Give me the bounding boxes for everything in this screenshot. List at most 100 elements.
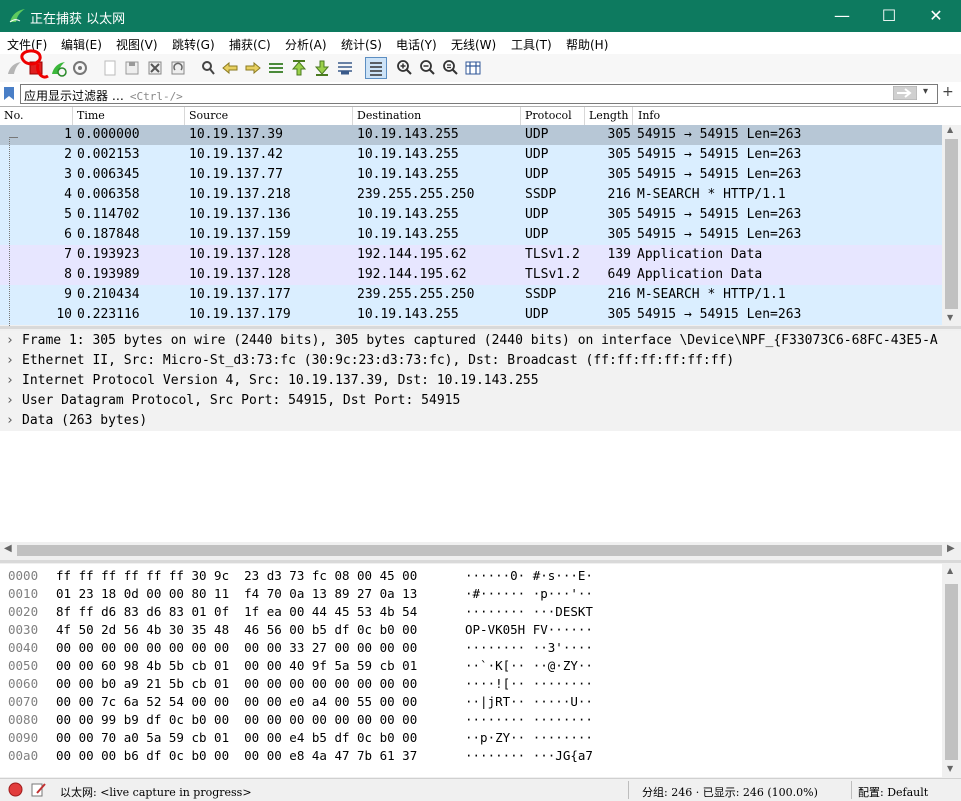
bytes-scroll-down-icon[interactable]: ▼ bbox=[947, 764, 953, 773]
menu-view[interactable]: 视图(V) bbox=[116, 36, 158, 53]
packet-list-scrollbar[interactable]: ▲ ▼ bbox=[942, 125, 961, 325]
packet-row[interactable]: 10 0.223116 10.19.137.179 10.19.143.255 UDP 3… bbox=[0, 305, 942, 325]
packet-cell-dst: 192.144.195.62 bbox=[357, 267, 467, 282]
column-destination[interactable]: Destination bbox=[357, 109, 421, 122]
zoom-normal-icon[interactable] bbox=[441, 59, 459, 77]
add-filter-button-icon[interactable]: + bbox=[942, 84, 954, 100]
details-horizontal-scrollbar[interactable]: ◀ ▶ bbox=[0, 542, 961, 559]
apply-filter-icon[interactable] bbox=[893, 86, 917, 100]
packet-list-header: No. Time Source Destination Protocol Len… bbox=[0, 107, 961, 126]
reload-file-icon[interactable] bbox=[169, 59, 187, 77]
hex-off: 0060 bbox=[8, 676, 39, 691]
menu-analyze[interactable]: 分析(A) bbox=[285, 36, 327, 53]
detail-tree-item[interactable]: › Ethernet II, Src: Micro-St_d3:73:fc (30… bbox=[0, 351, 961, 371]
packet-row[interactable]: 5 0.114702 10.19.137.136 10.19.143.255 UDP 30… bbox=[0, 205, 942, 225]
scroll-down-icon[interactable]: ▼ bbox=[947, 313, 953, 322]
packet-cell-len: 305 bbox=[607, 307, 631, 322]
menu-go[interactable]: 跳转(G) bbox=[172, 36, 215, 53]
packet-row[interactable]: 2 0.002153 10.19.137.42 10.19.143.255 UDP 305… bbox=[0, 145, 942, 165]
detail-tree-item[interactable]: › Data (263 bytes) bbox=[0, 411, 961, 431]
packet-cell-no: 10 bbox=[56, 307, 72, 322]
capture-running-icon[interactable] bbox=[8, 782, 23, 797]
bookmark-icon[interactable] bbox=[3, 86, 15, 101]
status-bar: 以太网: <live capture in progress> 分组: 246 … bbox=[0, 778, 961, 801]
status-interface: 以太网: <live capture in progress> bbox=[60, 786, 252, 799]
menu-statistics[interactable]: 统计(S) bbox=[341, 36, 382, 53]
details-scroll-thumb[interactable] bbox=[17, 545, 942, 556]
resize-columns-icon[interactable] bbox=[464, 59, 482, 77]
packet-cell-time: 0.006358 bbox=[77, 187, 140, 202]
scroll-right-icon[interactable]: ▶ bbox=[947, 543, 955, 554]
packet-cell-time: 0.114702 bbox=[77, 207, 140, 222]
column-no[interactable]: No. bbox=[4, 109, 24, 122]
packet-row[interactable]: 4 0.006358 10.19.137.218 239.255.255.250 SSD… bbox=[0, 185, 942, 205]
bytes-scroll-up-icon[interactable]: ▲ bbox=[947, 566, 953, 575]
colorize-icon[interactable] bbox=[365, 57, 387, 79]
expand-arrow-icon[interactable]: › bbox=[6, 333, 14, 348]
go-to-packet-icon[interactable] bbox=[267, 59, 285, 77]
zoom-out-icon[interactable] bbox=[418, 59, 436, 77]
pane-splitter[interactable] bbox=[0, 326, 961, 329]
detail-tree-item[interactable]: › Frame 1: 305 bytes on wire (2440 bits),… bbox=[0, 331, 961, 351]
packet-cell-time: 0.006345 bbox=[77, 167, 140, 182]
packet-cell-proto: TLSv1.2 bbox=[525, 247, 580, 262]
expand-arrow-icon[interactable]: › bbox=[6, 413, 14, 428]
menu-capture[interactable]: 捕获(C) bbox=[229, 36, 271, 53]
expand-arrow-icon[interactable]: › bbox=[6, 373, 14, 388]
column-length[interactable]: Length bbox=[589, 109, 628, 122]
hex-off: 0000 bbox=[8, 568, 39, 583]
display-filter-bar: 应用显示过滤器 … <Ctrl-/> ▾ + bbox=[0, 82, 961, 107]
go-forward-icon[interactable] bbox=[244, 59, 262, 77]
menu-wireless[interactable]: 无线(W) bbox=[451, 36, 496, 53]
hex-off: 0050 bbox=[8, 658, 39, 673]
bytes-scrollbar[interactable]: ▲ ▼ bbox=[942, 564, 961, 777]
column-source[interactable]: Source bbox=[189, 109, 228, 122]
status-profile[interactable]: 配置: Default bbox=[858, 784, 928, 800]
zoom-in-icon[interactable] bbox=[395, 59, 413, 77]
minimize-button[interactable]: — bbox=[819, 0, 865, 32]
packet-cell-len: 305 bbox=[607, 127, 631, 142]
save-file-icon[interactable] bbox=[123, 59, 141, 77]
packet-row[interactable]: 6 0.187848 10.19.137.159 10.19.143.255 UDP 30… bbox=[0, 225, 942, 245]
detail-tree-item[interactable]: › Internet Protocol Version 4, Src: 10.19… bbox=[0, 371, 961, 391]
open-file-icon[interactable] bbox=[101, 59, 119, 77]
expand-arrow-icon[interactable]: › bbox=[6, 353, 14, 368]
packet-row[interactable]: 1 0.000000 10.19.137.39 10.19.143.255 UDP 305… bbox=[0, 125, 942, 145]
expand-arrow-icon[interactable]: › bbox=[6, 393, 14, 408]
packet-list-scroll-thumb[interactable] bbox=[945, 139, 958, 309]
menu-tools[interactable]: 工具(T) bbox=[511, 36, 552, 53]
hex-bytes: 00 00 00 b6 df 0c b0 00 00 00 e8 4a 47 7… bbox=[56, 748, 418, 763]
packet-cell-src: 10.19.137.39 bbox=[189, 127, 283, 142]
scroll-left-icon[interactable]: ◀ bbox=[4, 543, 12, 554]
bytes-scroll-thumb[interactable] bbox=[945, 584, 958, 760]
filter-dropdown-icon[interactable]: ▾ bbox=[923, 86, 928, 97]
column-time[interactable]: Time bbox=[77, 109, 105, 122]
column-protocol[interactable]: Protocol bbox=[525, 109, 572, 122]
packet-row[interactable]: 7 0.193923 10.19.137.128 192.144.195.62 TLSv… bbox=[0, 245, 942, 265]
expert-info-icon[interactable] bbox=[31, 782, 47, 797]
detail-tree-item[interactable]: › User Datagram Protocol, Src Port: 54915… bbox=[0, 391, 961, 411]
packet-row[interactable]: 9 0.210434 10.19.137.177 239.255.255.250 SSD… bbox=[0, 285, 942, 305]
last-packet-icon[interactable] bbox=[313, 59, 331, 77]
hex-off: 0020 bbox=[8, 604, 39, 619]
close-button[interactable]: ✕ bbox=[913, 0, 959, 32]
menu-edit[interactable]: 编辑(E) bbox=[61, 36, 102, 53]
packet-row[interactable]: 3 0.006345 10.19.137.77 10.19.143.255 UDP 305… bbox=[0, 165, 942, 185]
packet-cell-proto: UDP bbox=[525, 307, 549, 322]
scroll-up-icon[interactable]: ▲ bbox=[947, 125, 953, 134]
maximize-button[interactable]: ☐ bbox=[866, 0, 912, 32]
menu-telephony[interactable]: 电话(Y) bbox=[396, 36, 437, 53]
capture-options-icon[interactable] bbox=[71, 59, 89, 77]
menu-help[interactable]: 帮助(H) bbox=[566, 36, 608, 53]
first-packet-icon[interactable] bbox=[290, 59, 308, 77]
packet-cell-src: 10.19.137.218 bbox=[189, 187, 291, 202]
column-info[interactable]: Info bbox=[638, 109, 660, 122]
go-back-icon[interactable] bbox=[221, 59, 239, 77]
packet-row[interactable]: 8 0.193989 10.19.137.128 192.144.195.62 TLSv… bbox=[0, 265, 942, 285]
pane-splitter-2[interactable] bbox=[0, 560, 961, 563]
packet-cell-dst: 10.19.143.255 bbox=[357, 207, 459, 222]
find-packet-icon[interactable] bbox=[199, 59, 217, 77]
autoscroll-icon[interactable] bbox=[336, 59, 354, 77]
window-title: 正在捕获 以太网 bbox=[30, 12, 126, 27]
close-file-icon[interactable] bbox=[146, 59, 164, 77]
